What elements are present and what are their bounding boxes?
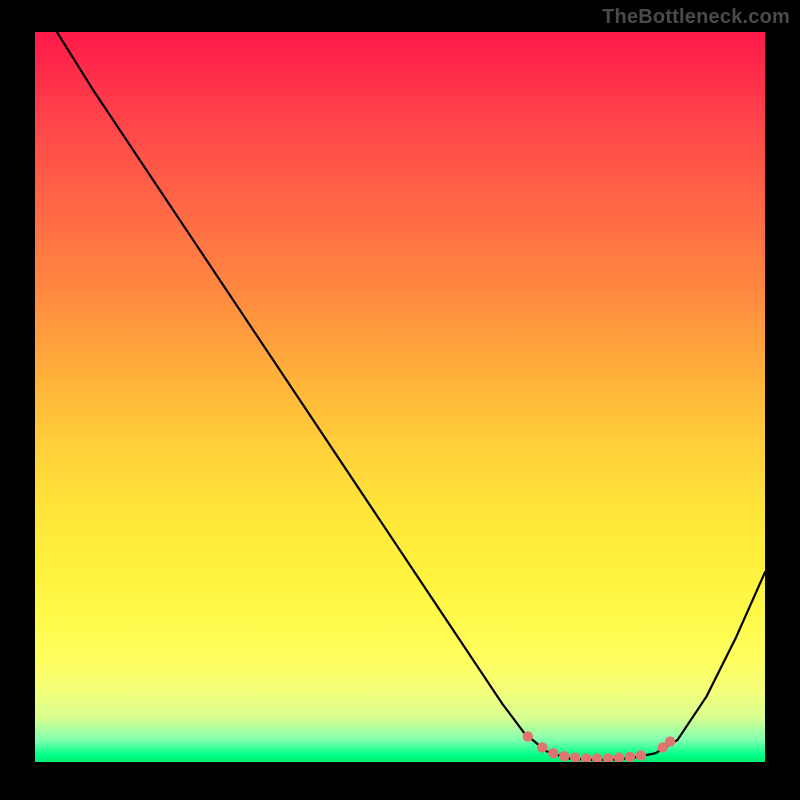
optimal-marker-dot — [592, 753, 602, 762]
optimal-marker-dot — [559, 751, 569, 761]
watermark-text: TheBottleneck.com — [602, 6, 790, 29]
optimal-marker-dot — [625, 752, 635, 762]
optimal-marker-dot — [636, 750, 646, 760]
optimal-marker-dot — [614, 752, 624, 762]
chart-container: TheBottleneck.com — [0, 0, 800, 800]
bottleneck-curve — [35, 32, 765, 762]
optimal-marker-dot — [581, 753, 591, 762]
optimal-marker-dot — [570, 752, 580, 762]
plot-area — [35, 32, 765, 762]
curve-path — [57, 32, 765, 760]
optimal-marker-dot — [603, 753, 613, 762]
optimal-markers — [523, 731, 676, 762]
optimal-marker-dot — [537, 742, 547, 752]
optimal-marker-dot — [523, 731, 533, 741]
optimal-marker-dot — [548, 748, 558, 758]
optimal-marker-dot — [665, 736, 675, 746]
